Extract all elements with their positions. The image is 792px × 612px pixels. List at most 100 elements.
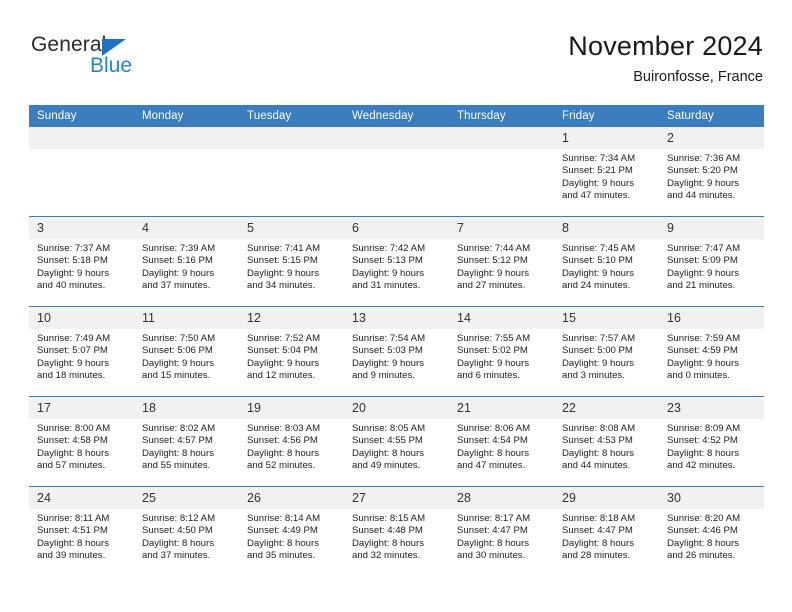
calendar-day-cell[interactable]: 23 Sunrise: 8:09 AM Sunset: 4:52 PM Dayligh… — [659, 397, 764, 486]
calendar-day-cell[interactable]: 27 Sunrise: 8:15 AM Sunset: 4:48 PM Dayligh… — [344, 487, 449, 576]
calendar-day-cell[interactable]: 21 Sunrise: 8:06 AM Sunset: 4:54 PM Dayligh… — [449, 397, 554, 486]
calendar-day-cell[interactable]: 26 Sunrise: 8:14 AM Sunset: 4:49 PM Dayligh… — [239, 487, 344, 576]
day-number: 23 — [659, 397, 764, 419]
day-number: 25 — [134, 487, 239, 509]
day-sun-info: Sunrise: 8:17 AM Sunset: 4:47 PM Daylight:… — [449, 509, 554, 562]
calendar-day-cell[interactable]: 22 Sunrise: 8:08 AM Sunset: 4:53 PM Dayligh… — [554, 397, 659, 486]
calendar-day-cell[interactable]: 1 Sunrise: 7:34 AM Sunset: 5:21 PM Daylight… — [554, 127, 659, 216]
sunrise-text: Sunrise: 7:45 AM — [562, 243, 636, 254]
sunset-text: Sunset: 5:00 PM — [562, 345, 633, 357]
daylight-text-line2: and 26 minutes. — [667, 549, 736, 561]
day-number: 20 — [344, 397, 449, 419]
calendar-day-cell[interactable]: 19 Sunrise: 8:03 AM Sunset: 4:56 PM Dayligh… — [239, 397, 344, 486]
day-number: 4 — [134, 217, 239, 239]
day-sun-info: Sunrise: 7:55 AM Sunset: 5:02 PM Daylight:… — [449, 329, 554, 382]
day-number: 7 — [449, 217, 554, 239]
calendar-day-cell[interactable]: 6 Sunrise: 7:42 AM Sunset: 5:13 PM Daylight… — [344, 217, 449, 306]
daylight-text-line2: and 21 minutes. — [667, 279, 736, 291]
sunset-text: Sunset: 5:16 PM — [142, 255, 213, 267]
calendar-day-cell[interactable]: 9 Sunrise: 7:47 AM Sunset: 5:09 PM Daylight… — [659, 217, 764, 306]
calendar-day-cell[interactable]: 18 Sunrise: 8:02 AM Sunset: 4:57 PM Dayligh… — [134, 397, 239, 486]
day-sun-info: Sunrise: 7:39 AM Sunset: 5:16 PM Daylight:… — [134, 239, 239, 292]
day-sun-info: Sunrise: 7:59 AM Sunset: 4:59 PM Daylight:… — [659, 329, 764, 382]
day-sun-info: Sunrise: 8:20 AM Sunset: 4:46 PM Daylight:… — [659, 509, 764, 562]
calendar-day-cell[interactable]: 30 Sunrise: 8:20 AM Sunset: 4:46 PM Dayligh… — [659, 487, 764, 576]
daylight-text-line2: and 42 minutes. — [667, 459, 736, 471]
sunrise-text: Sunrise: 7:55 AM — [457, 333, 531, 344]
sunset-text: Sunset: 5:02 PM — [457, 345, 528, 357]
calendar-day-cell[interactable]: 2 Sunrise: 7:36 AM Sunset: 5:20 PM Daylight… — [659, 127, 764, 216]
sunset-text: Sunset: 4:54 PM — [457, 435, 528, 447]
calendar-day-cell[interactable]: 8 Sunrise: 7:45 AM Sunset: 5:10 PM Daylight… — [554, 217, 659, 306]
daylight-text-line2: and 39 minutes. — [37, 549, 106, 561]
calendar-day-cell[interactable]: 13 Sunrise: 7:54 AM Sunset: 5:03 PM Dayligh… — [344, 307, 449, 396]
weekday-header: Sunday Monday Tuesday Wednesday Thursday Frid… — [29, 105, 764, 127]
day-sun-info: Sunrise: 7:47 AM Sunset: 5:09 PM Daylight:… — [659, 239, 764, 292]
day-sun-info: Sunrise: 7:49 AM Sunset: 5:07 PM Daylight:… — [29, 329, 134, 382]
day-number: 2 — [659, 127, 764, 149]
sunset-text: Sunset: 4:47 PM — [562, 525, 633, 537]
day-number: 9 — [659, 217, 764, 239]
sunset-text: Sunset: 4:47 PM — [457, 525, 528, 537]
calendar-week-row: 24 Sunrise: 8:11 AM Sunset: 4:51 PM Dayligh… — [29, 486, 764, 576]
calendar-day-cell[interactable]: 3 Sunrise: 7:37 AM Sunset: 5:18 PM Daylight… — [29, 217, 134, 306]
brand-logo[interactable]: General Blue — [31, 34, 211, 84]
day-number: 15 — [554, 307, 659, 329]
sunrise-text: Sunrise: 7:52 AM — [247, 333, 321, 344]
calendar-day-cell[interactable]: 4 Sunrise: 7:39 AM Sunset: 5:16 PM Daylight… — [134, 217, 239, 306]
daylight-text-line1: Daylight: 9 hours — [352, 267, 424, 279]
sunset-text: Sunset: 5:10 PM — [562, 255, 633, 267]
calendar-day-cell[interactable]: 14 Sunrise: 7:55 AM Sunset: 5:02 PM Dayligh… — [449, 307, 554, 396]
calendar-day-cell[interactable]: 29 Sunrise: 8:18 AM Sunset: 4:47 PM Dayligh… — [554, 487, 659, 576]
daylight-text-line2: and 47 minutes. — [562, 189, 631, 201]
calendar-day-cell[interactable]: 25 Sunrise: 8:12 AM Sunset: 4:50 PM Dayligh… — [134, 487, 239, 576]
calendar-day-cell-empty — [449, 127, 554, 216]
day-number: 24 — [29, 487, 134, 509]
sunrise-text: Sunrise: 7:42 AM — [352, 243, 426, 254]
calendar-day-cell[interactable]: 12 Sunrise: 7:52 AM Sunset: 5:04 PM Dayligh… — [239, 307, 344, 396]
sunset-text: Sunset: 4:48 PM — [352, 525, 423, 537]
calendar-day-cell[interactable]: 16 Sunrise: 7:59 AM Sunset: 4:59 PM Dayligh… — [659, 307, 764, 396]
sunset-text: Sunset: 4:52 PM — [667, 435, 738, 447]
calendar-day-cell[interactable]: 20 Sunrise: 8:05 AM Sunset: 4:55 PM Dayligh… — [344, 397, 449, 486]
sunset-text: Sunset: 5:20 PM — [667, 165, 738, 177]
calendar-day-cell[interactable]: 5 Sunrise: 7:41 AM Sunset: 5:15 PM Daylight… — [239, 217, 344, 306]
daylight-text-line1: Daylight: 9 hours — [37, 357, 109, 369]
sunset-text: Sunset: 5:09 PM — [667, 255, 738, 267]
day-sun-info: Sunrise: 7:42 AM Sunset: 5:13 PM Daylight:… — [344, 239, 449, 292]
calendar-week-row: 3 Sunrise: 7:37 AM Sunset: 5:18 PM Daylight… — [29, 216, 764, 307]
daylight-text-line2: and 40 minutes. — [37, 279, 106, 291]
sunrise-text: Sunrise: 7:49 AM — [37, 333, 111, 344]
weekday-header-thursday: Thursday — [449, 105, 554, 127]
calendar-day-cell[interactable]: 24 Sunrise: 8:11 AM Sunset: 4:51 PM Dayligh… — [29, 487, 134, 576]
calendar-day-cell[interactable]: 11 Sunrise: 7:50 AM Sunset: 5:06 PM Dayligh… — [134, 307, 239, 396]
day-sun-info: Sunrise: 7:34 AM Sunset: 5:21 PM Daylight:… — [554, 149, 659, 202]
calendar-day-cell[interactable]: 7 Sunrise: 7:44 AM Sunset: 5:12 PM Daylight… — [449, 217, 554, 306]
calendar-day-cell[interactable]: 17 Sunrise: 8:00 AM Sunset: 4:58 PM Dayligh… — [29, 397, 134, 486]
daylight-text-line2: and 30 minutes. — [457, 549, 526, 561]
daylight-text-line2: and 52 minutes. — [247, 459, 316, 471]
sunrise-text: Sunrise: 8:12 AM — [142, 513, 216, 524]
calendar-day-cell[interactable]: 28 Sunrise: 8:17 AM Sunset: 4:47 PM Dayligh… — [449, 487, 554, 576]
daylight-text-line1: Daylight: 8 hours — [562, 537, 634, 549]
sunset-text: Sunset: 4:55 PM — [352, 435, 423, 447]
daylight-text-line1: Daylight: 9 hours — [352, 357, 424, 369]
daylight-text-line2: and 57 minutes. — [37, 459, 106, 471]
calendar-day-cell[interactable]: 15 Sunrise: 7:57 AM Sunset: 5:00 PM Dayligh… — [554, 307, 659, 396]
daylight-text-line1: Daylight: 8 hours — [457, 447, 529, 459]
sunrise-text: Sunrise: 8:05 AM — [352, 423, 426, 434]
calendar-day-cell[interactable]: 10 Sunrise: 7:49 AM Sunset: 5:07 PM Dayligh… — [29, 307, 134, 396]
daylight-text-line1: Daylight: 9 hours — [142, 357, 214, 369]
day-sun-info: Sunrise: 8:00 AM Sunset: 4:58 PM Daylight:… — [29, 419, 134, 472]
calendar-page: General Blue November 2024 Buironfosse, … — [0, 0, 792, 612]
sunrise-text: Sunrise: 7:41 AM — [247, 243, 321, 254]
day-number: 17 — [29, 397, 134, 419]
daylight-text-line1: Daylight: 8 hours — [142, 537, 214, 549]
daylight-text-line2: and 24 minutes. — [562, 279, 631, 291]
day-sun-info: Sunrise: 7:45 AM Sunset: 5:10 PM Daylight:… — [554, 239, 659, 292]
sunrise-text: Sunrise: 8:08 AM — [562, 423, 636, 434]
sunrise-text: Sunrise: 7:50 AM — [142, 333, 216, 344]
day-number — [239, 127, 344, 149]
daylight-text-line2: and 3 minutes. — [562, 369, 625, 381]
daylight-text-line2: and 12 minutes. — [247, 369, 316, 381]
